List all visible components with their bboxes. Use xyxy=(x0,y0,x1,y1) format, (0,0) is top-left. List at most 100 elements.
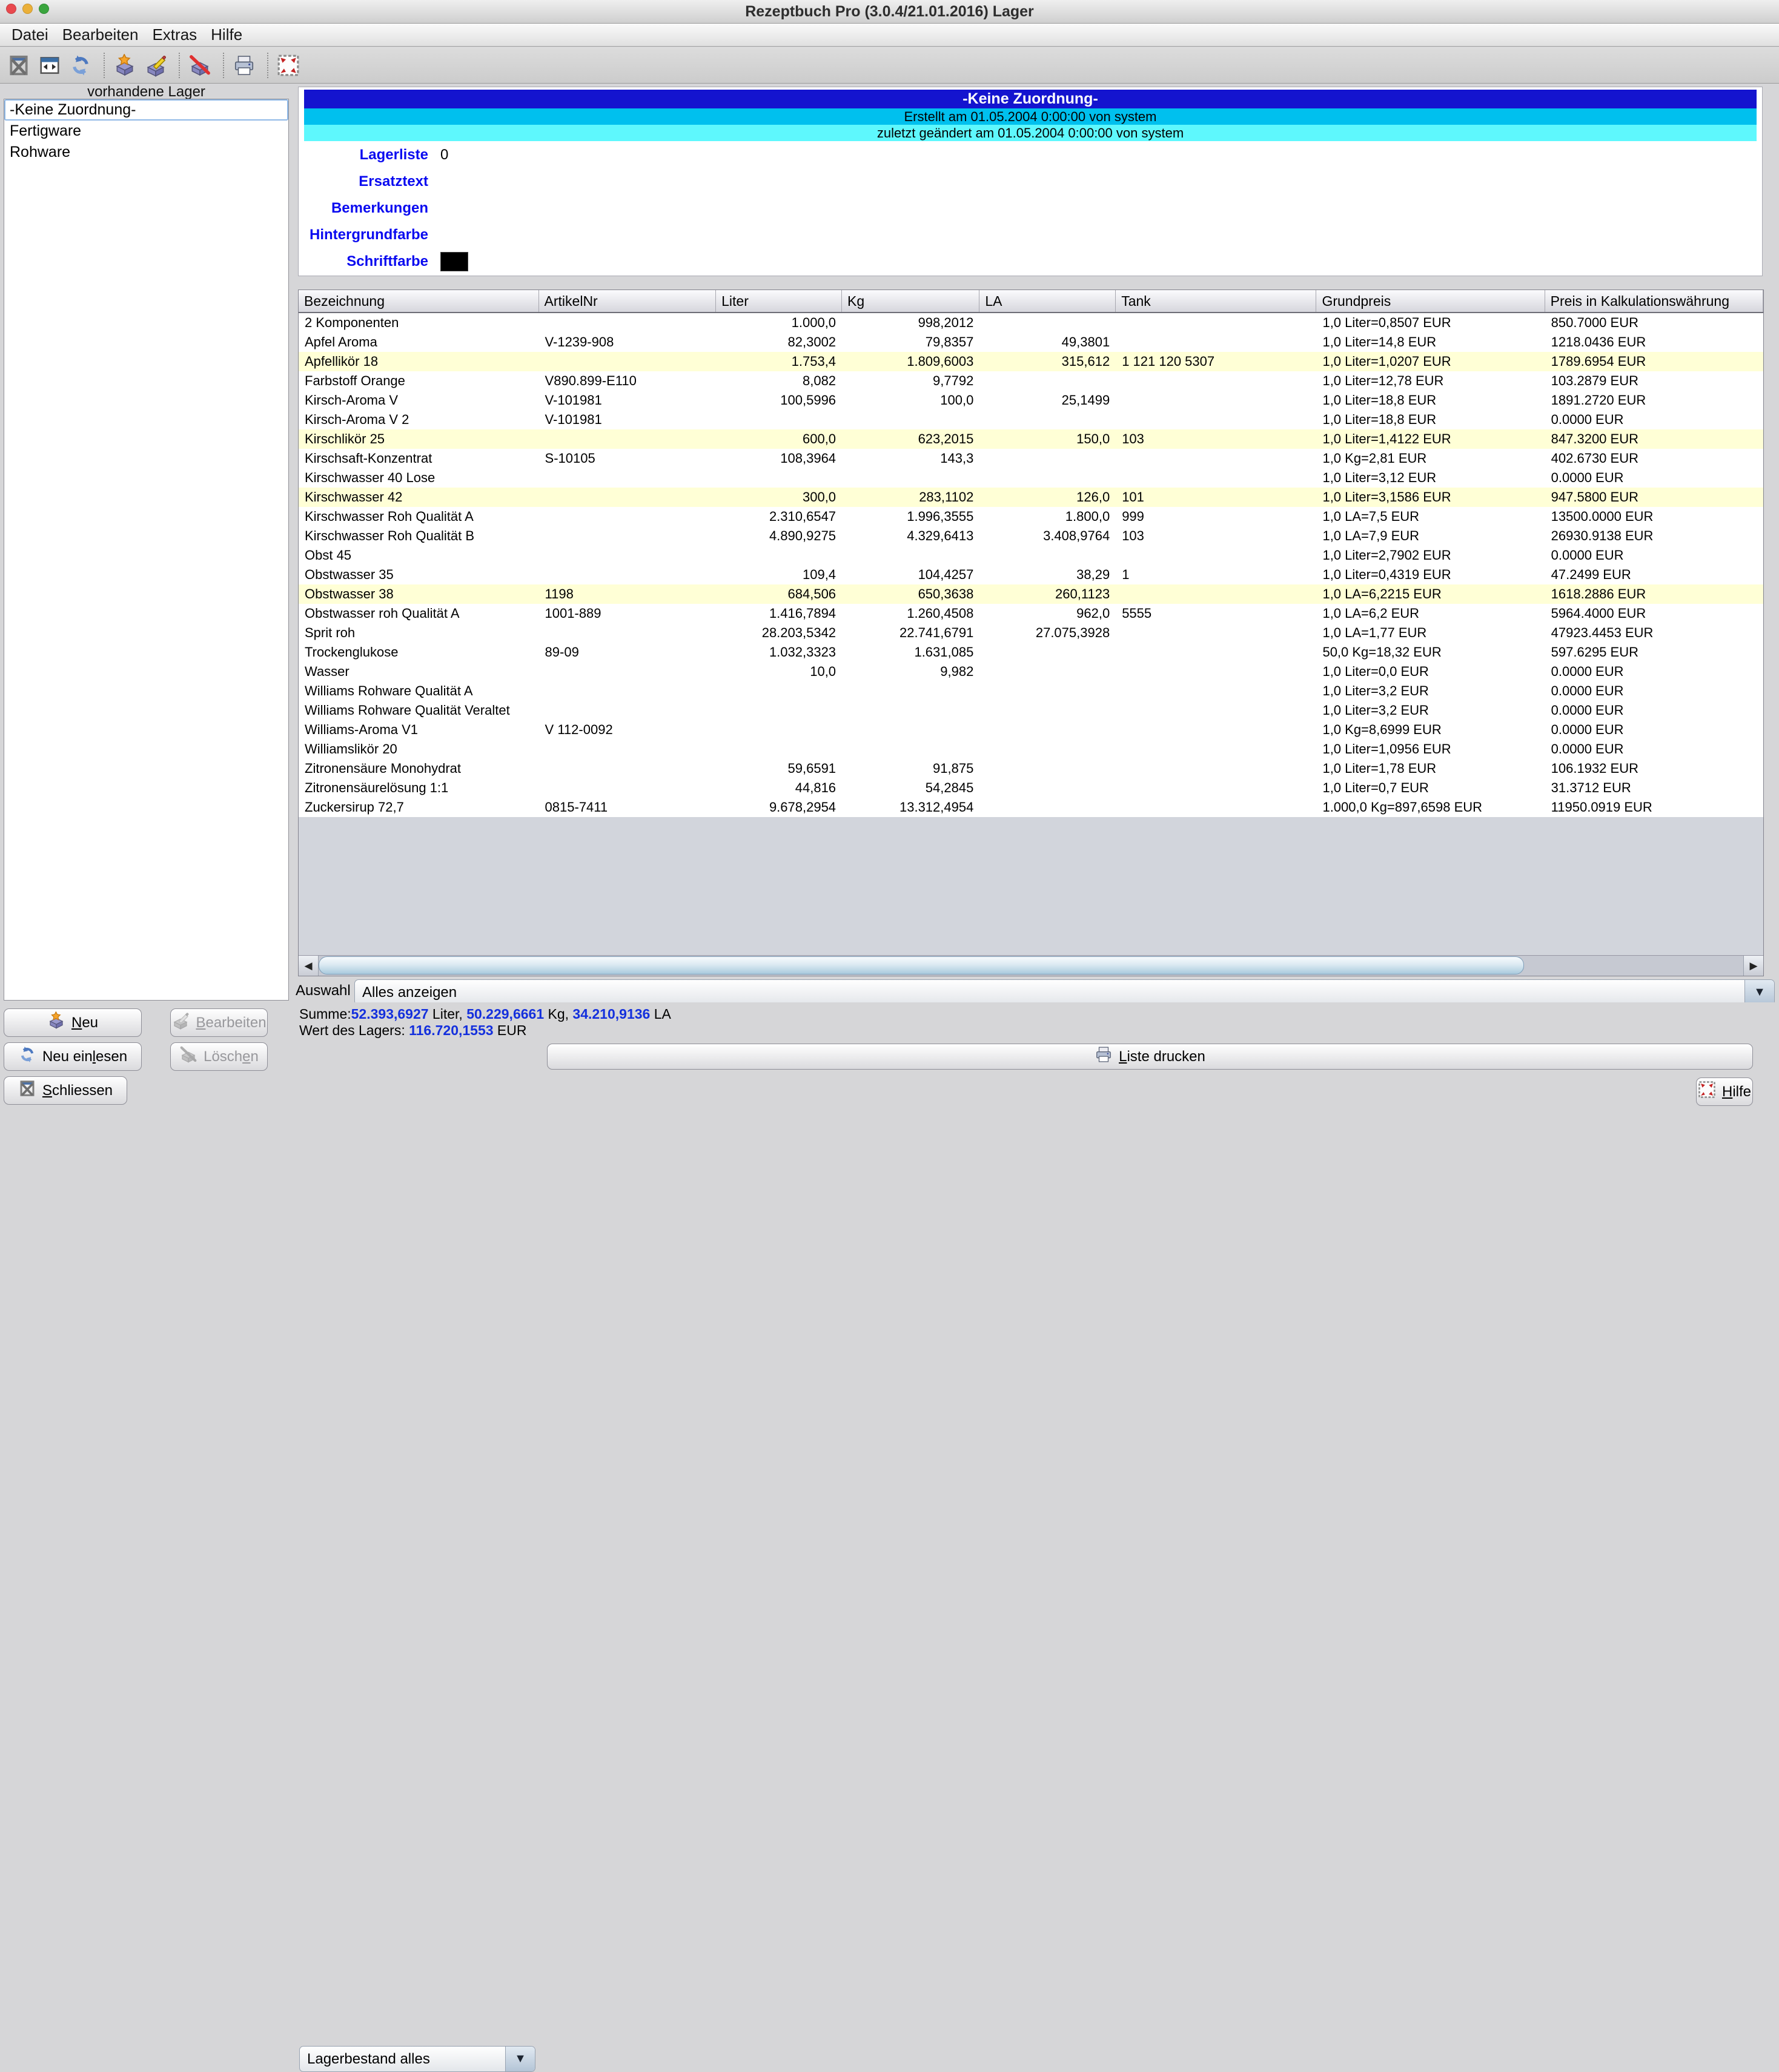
toolbar-window-icon[interactable] xyxy=(36,51,64,79)
minimize-window-icon[interactable] xyxy=(22,4,33,14)
table-row[interactable]: Kirschwasser 40 Lose1,0 Liter=3,12 EUR0.… xyxy=(299,468,1763,488)
table-cell: 1,0 Liter=3,12 EUR xyxy=(1316,468,1545,488)
table-row[interactable]: Zitronensäurelösung 1:144,81654,28451,0 … xyxy=(299,778,1763,798)
column-header-preis-in-kalkulationsw-hrung[interactable]: Preis in Kalkulationswährung xyxy=(1545,290,1763,312)
sidebar-item-fertigware[interactable]: Fertigware xyxy=(4,121,288,142)
column-header-artikelnr[interactable]: ArtikelNr xyxy=(539,290,717,312)
table-cell xyxy=(1116,371,1316,391)
table-cell: 101 xyxy=(1116,488,1316,507)
table-cell xyxy=(979,701,1116,720)
menu-item-hilfe[interactable]: Hilfe xyxy=(210,25,243,44)
table-row[interactable]: Kirsch-Aroma V 2V-1019811,0 Liter=18,8 E… xyxy=(299,410,1763,429)
toolbar-separator xyxy=(267,53,268,78)
table-cell: Kirschsaft-Konzentrat xyxy=(299,449,539,468)
table-row[interactable]: Zitronensäure Monohydrat59,659191,8751,0… xyxy=(299,759,1763,778)
table-row[interactable]: Obstwasser 381198684,506650,3638260,1123… xyxy=(299,584,1763,604)
table-row[interactable]: Wasser10,09,9821,0 Liter=0,0 EUR0.0000 E… xyxy=(299,662,1763,681)
table-cell: Zitronensäure Monohydrat xyxy=(299,759,539,778)
table-cell xyxy=(979,759,1116,778)
column-header-tank[interactable]: Tank xyxy=(1116,290,1316,312)
zoom-window-icon[interactable] xyxy=(39,4,49,14)
field-label: Hintergrundfarbe xyxy=(299,227,428,243)
table-cell xyxy=(539,488,717,507)
table-row[interactable]: Williams Rohware Qualität A1,0 Liter=3,2… xyxy=(299,681,1763,701)
column-header-la[interactable]: LA xyxy=(979,290,1116,312)
menu-item-extras[interactable]: Extras xyxy=(151,25,198,44)
table-cell: Kirschwasser Roh Qualität A xyxy=(299,507,539,526)
hilfe-button[interactable]: Hilfe xyxy=(1696,1077,1753,1106)
toolbar-new-icon[interactable] xyxy=(111,51,139,79)
column-header-bezeichnung[interactable]: Bezeichnung xyxy=(299,290,539,312)
table-cell: 1,0 Liter=0,8507 EUR xyxy=(1316,313,1545,333)
neu-button[interactable]: Neu xyxy=(4,1008,142,1037)
neu-einlesen-button[interactable]: Neu einlesen xyxy=(4,1042,142,1071)
menu-item-datei[interactable]: Datei xyxy=(10,25,50,44)
table-row[interactable]: Obst 451,0 Liter=2,7902 EUR0.0000 EUR xyxy=(299,546,1763,565)
liste-drucken-button[interactable]: Liste drucken xyxy=(547,1044,1753,1070)
sidebar-item-keine-zuordnung[interactable]: -Keine Zuordnung- xyxy=(4,99,288,121)
menu-item-bearbeiten[interactable]: Bearbeiten xyxy=(61,25,140,44)
loeschen-button[interactable]: Löschen xyxy=(170,1042,268,1071)
table-cell: 0.0000 EUR xyxy=(1545,681,1763,701)
table-cell: 10,0 xyxy=(716,662,842,681)
scrollbar-thumb[interactable] xyxy=(319,956,1524,975)
toolbar-help-icon[interactable] xyxy=(274,51,302,79)
table-cell: 126,0 xyxy=(979,488,1116,507)
table-cell: 22.741,6791 xyxy=(842,623,979,643)
table-row[interactable]: Kirsch-Aroma VV-101981100,5996100,025,14… xyxy=(299,391,1763,410)
selection-dropdown[interactable]: Alles anzeigen ▼ xyxy=(354,979,1775,1005)
column-header-liter[interactable]: Liter xyxy=(716,290,842,312)
warehouse-list[interactable]: -Keine Zuordnung-FertigwareRohware xyxy=(4,99,289,1001)
table-cell: Kirschwasser Roh Qualität B xyxy=(299,526,539,546)
table-cell xyxy=(979,681,1116,701)
table-cell: 0.0000 EUR xyxy=(1545,468,1763,488)
toolbar-print-icon[interactable] xyxy=(230,51,258,79)
table-cell: 13.312,4954 xyxy=(842,798,979,817)
table-cell xyxy=(539,526,717,546)
table-row[interactable]: 2 Komponenten1.000,0998,20121,0 Liter=0,… xyxy=(299,313,1763,333)
chevron-down-icon[interactable]: ▼ xyxy=(505,2047,535,2071)
table-row[interactable]: Williams-Aroma V1V 112-00921,0 Kg=8,6999… xyxy=(299,720,1763,740)
toolbar-refresh-icon[interactable] xyxy=(67,51,94,79)
column-header-kg[interactable]: Kg xyxy=(842,290,979,312)
table-cell: 1,0 Liter=0,0 EUR xyxy=(1316,662,1545,681)
table-row[interactable]: Kirschwasser Roh Qualität A2.310,65471.9… xyxy=(299,507,1763,526)
column-header-grundpreis[interactable]: Grundpreis xyxy=(1316,290,1545,312)
table-row[interactable]: Farbstoff OrangeV890.899-E1108,0829,7792… xyxy=(299,371,1763,391)
table-cell xyxy=(539,313,717,333)
table-row[interactable]: Kirschsaft-KonzentratS-10105108,3964143,… xyxy=(299,449,1763,468)
table-row[interactable]: Obstwasser roh Qualität A1001-8891.416,7… xyxy=(299,604,1763,623)
table-row[interactable]: Apfellikör 181.753,41.809,6003315,6121 1… xyxy=(299,352,1763,371)
toolbar-exit-icon[interactable] xyxy=(5,51,33,79)
sidebar-item-rohware[interactable]: Rohware xyxy=(4,142,288,163)
bearbeiten-button[interactable]: Bearbeiten xyxy=(170,1008,268,1037)
table-row[interactable]: Kirschlikör 25600,0623,2015150,01031,0 L… xyxy=(299,429,1763,449)
table-cell: 44,816 xyxy=(716,778,842,798)
toolbar-edit-icon[interactable] xyxy=(142,51,170,79)
table-row[interactable]: Sprit roh28.203,534222.741,679127.075,39… xyxy=(299,623,1763,643)
table-row[interactable]: Zuckersirup 72,70815-74119.678,295413.31… xyxy=(299,798,1763,817)
table-body: 2 Komponenten1.000,0998,20121,0 Liter=0,… xyxy=(299,313,1763,817)
menu-bar: Datei Bearbeiten Extras Hilfe xyxy=(0,24,1779,47)
color-swatch[interactable] xyxy=(440,252,468,271)
horizontal-scrollbar[interactable]: ◀ ▶ xyxy=(299,955,1763,976)
field-label: Ersatztext xyxy=(299,173,428,190)
schliessen-button[interactable]: Schliessen xyxy=(4,1076,127,1105)
table-cell: 103.2879 EUR xyxy=(1545,371,1763,391)
close-window-icon[interactable] xyxy=(6,4,16,14)
table-row[interactable]: Obstwasser 35109,4104,425738,2911,0 Lite… xyxy=(299,565,1763,584)
table-row[interactable]: Trockenglukose89-091.032,33231.631,08550… xyxy=(299,643,1763,662)
scroll-left-icon[interactable]: ◀ xyxy=(299,956,319,976)
table-row[interactable]: Williamslikör 201,0 Liter=1,0956 EUR0.00… xyxy=(299,740,1763,759)
filter-dropdown[interactable]: Lagerbestand alles ▼ xyxy=(299,2046,535,2072)
table-cell xyxy=(979,449,1116,468)
table-row[interactable]: Apfel AromaV-1239-90882,300279,835749,38… xyxy=(299,333,1763,352)
table-cell: Apfel Aroma xyxy=(299,333,539,352)
table-cell: 0.0000 EUR xyxy=(1545,410,1763,429)
toolbar-delete-icon[interactable] xyxy=(186,51,214,79)
table-row[interactable]: Kirschwasser Roh Qualität B4.890,92754.3… xyxy=(299,526,1763,546)
table-row[interactable]: Williams Rohware Qualität Veraltet1,0 Li… xyxy=(299,701,1763,720)
scroll-right-icon[interactable]: ▶ xyxy=(1743,956,1763,976)
chevron-down-icon[interactable]: ▼ xyxy=(1744,980,1774,1005)
table-row[interactable]: Kirschwasser 42300,0283,1102126,01011,0 … xyxy=(299,488,1763,507)
